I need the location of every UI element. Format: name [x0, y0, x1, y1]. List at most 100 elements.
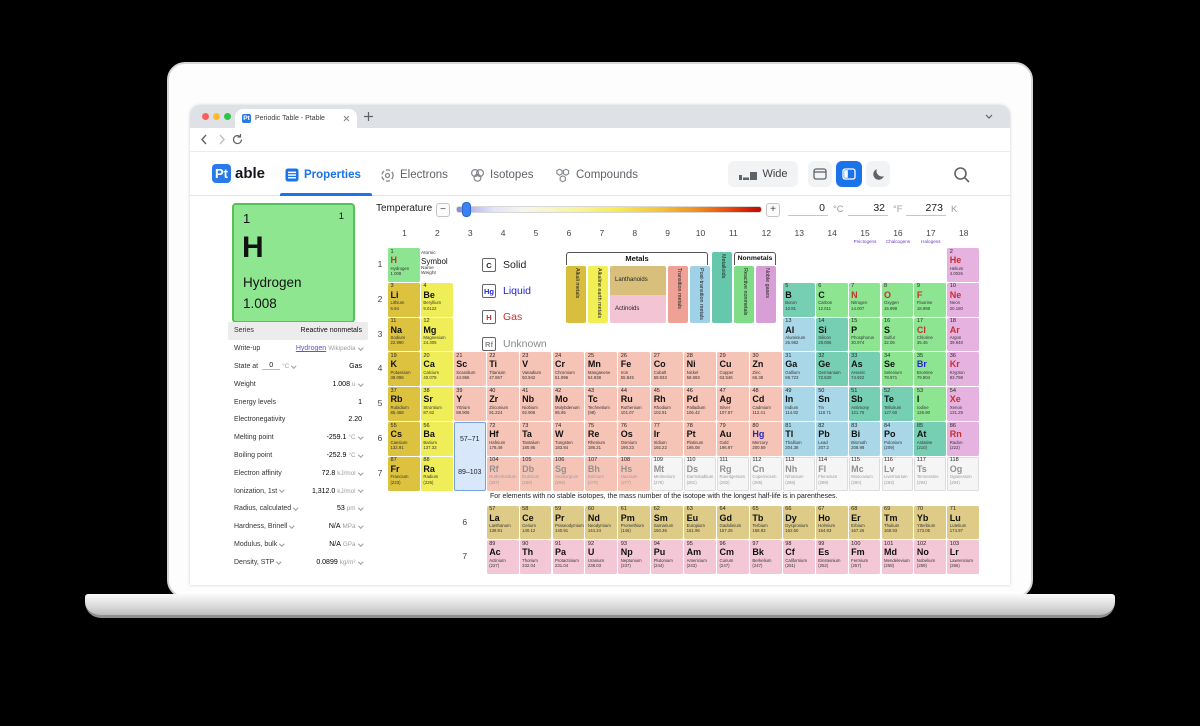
- element-Tc[interactable]: 43TcTechnetium(98): [585, 387, 617, 421]
- element-La[interactable]: 57LaLanthanum138.91: [487, 506, 519, 540]
- element-Pd[interactable]: 46PdPalladium106.42: [684, 387, 716, 421]
- temperature-slider[interactable]: [456, 206, 762, 213]
- tab-compounds[interactable]: Compounds: [555, 158, 638, 192]
- element-P[interactable]: 15PPhosphorus30.974: [849, 318, 881, 352]
- element-Pm[interactable]: 61PmPromethium(145): [618, 506, 650, 540]
- browser-tab[interactable]: Pt Periodic Table - Ptable: [235, 109, 357, 128]
- new-tab-icon[interactable]: [364, 112, 373, 121]
- caret-down-icon[interactable]: [358, 452, 363, 457]
- element-Ru[interactable]: 44RuRuthenium101.07: [618, 387, 650, 421]
- lanthanide-range[interactable]: 57–71: [455, 423, 485, 456]
- caret-down-icon[interactable]: [358, 381, 363, 386]
- temperature-minus-button[interactable]: −: [436, 203, 450, 217]
- element-Nb[interactable]: 41NbNiobium92.906: [520, 387, 552, 421]
- caret-down-icon[interactable]: [358, 470, 363, 475]
- search-icon[interactable]: [953, 166, 971, 184]
- element-Li[interactable]: 3LiLithium6.94: [388, 283, 420, 317]
- element-N[interactable]: 7NNitrogen14.007: [849, 283, 881, 317]
- caret-down-icon[interactable]: [291, 363, 296, 368]
- element-Rb[interactable]: 37RbRubidium85.468: [388, 387, 420, 421]
- element-Rg[interactable]: 111RgRoentgenium(282): [717, 457, 749, 491]
- actinide-range[interactable]: 89–103: [455, 456, 485, 489]
- caret-down-icon[interactable]: [358, 488, 363, 493]
- write-up-link[interactable]: Hydrogen: [296, 345, 326, 352]
- element-Ar[interactable]: 18ArArgon39.948: [947, 318, 979, 352]
- element-Kr[interactable]: 36KrKrypton83.798: [947, 352, 979, 386]
- element-Ni[interactable]: 28NiNickel58.693: [684, 352, 716, 386]
- back-icon[interactable]: [199, 134, 210, 145]
- element-Sn[interactable]: 50SnTin118.71: [816, 387, 848, 421]
- element-Ag[interactable]: 47AgSilver107.87: [717, 387, 749, 421]
- element-Si[interactable]: 14SiSilicon28.085: [816, 318, 848, 352]
- element-Br[interactable]: 35BrBromine79.904: [914, 352, 946, 386]
- element-Sb[interactable]: 51SbAntimony121.76: [849, 387, 881, 421]
- element-Se[interactable]: 34SeSelenium78.971: [882, 352, 914, 386]
- element-Au[interactable]: 79AuGold196.97: [717, 422, 749, 456]
- temperature-plus-button[interactable]: +: [766, 203, 780, 217]
- caret-down-icon[interactable]: [277, 559, 282, 564]
- element-Nd[interactable]: 60NdNeodymium144.24: [585, 506, 617, 540]
- caret-down-icon[interactable]: [290, 523, 295, 528]
- element-Es[interactable]: 99EsEinsteinium(252): [816, 540, 848, 574]
- split-view-button[interactable]: [836, 161, 862, 187]
- caret-down-icon[interactable]: [279, 541, 284, 546]
- element-Mo[interactable]: 42MoMolybdenum95.95: [553, 387, 585, 421]
- close-tab-icon[interactable]: [343, 115, 350, 122]
- element-Pb[interactable]: 82PbLead207.2: [816, 422, 848, 456]
- legend-noble-gases[interactable]: Noble gases: [756, 266, 776, 323]
- element-H[interactable]: 1HHydrogen1.008: [388, 248, 420, 282]
- element-Ca[interactable]: 20CaCalcium40.078: [421, 352, 453, 386]
- tab-isotopes[interactable]: Isotopes: [470, 158, 533, 192]
- element-Lr[interactable]: 103LrLawrencium(266): [947, 540, 979, 574]
- element-Er[interactable]: 68ErErbium167.26: [849, 506, 881, 540]
- zoom-window-button[interactable]: [224, 113, 231, 120]
- element-Cr[interactable]: 24CrChromium51.996: [553, 352, 585, 386]
- element-Ds[interactable]: 110DsDarmstadtium(281): [684, 457, 716, 491]
- element-Ga[interactable]: 31GaGallium69.723: [783, 352, 815, 386]
- element-Sc[interactable]: 21ScScandium44.956: [454, 352, 486, 386]
- element-Th[interactable]: 90ThThorium232.04: [520, 540, 552, 574]
- element-Fr[interactable]: 87FrFrancium(223): [388, 457, 420, 491]
- element-Mc[interactable]: 115McMoscovium(290): [849, 457, 881, 491]
- caret-down-icon[interactable]: [358, 541, 363, 546]
- element-Lv[interactable]: 116LvLivermorium(293): [882, 457, 914, 491]
- tab-search-chevron-icon[interactable]: [985, 114, 993, 119]
- element-Pr[interactable]: 59PrPraseodymium140.91: [553, 506, 585, 540]
- element-W[interactable]: 74WTungsten183.84: [553, 422, 585, 456]
- element-Bi[interactable]: 83BiBismuth208.98: [849, 422, 881, 456]
- legend-alkali-metals[interactable]: Alkali metals: [566, 266, 586, 323]
- element-Lu[interactable]: 71LuLutetium174.97: [947, 506, 979, 540]
- element-In[interactable]: 49InIndium114.82: [783, 387, 815, 421]
- element-Np[interactable]: 93NpNeptunium(237): [618, 540, 650, 574]
- fblock-reference-cell[interactable]: 57–71 89–103: [454, 422, 486, 491]
- minimize-window-button[interactable]: [213, 113, 220, 120]
- element-Bk[interactable]: 97BkBerkelium(247): [750, 540, 782, 574]
- element-Pu[interactable]: 94PuPlutonium(244): [651, 540, 683, 574]
- kelvin-input[interactable]: 273: [906, 201, 946, 216]
- caret-down-icon[interactable]: [358, 434, 363, 439]
- element-No[interactable]: 102NoNobelium(259): [914, 540, 946, 574]
- element-Ta[interactable]: 73TaTantalum180.95: [520, 422, 552, 456]
- element-Ne[interactable]: 10NeNeon20.180: [947, 283, 979, 317]
- element-Ac[interactable]: 89AcActinium(227): [487, 540, 519, 574]
- element-Co[interactable]: 27CoCobalt58.933: [651, 352, 683, 386]
- element-Mn[interactable]: 25MnManganese54.938: [585, 352, 617, 386]
- element-Hf[interactable]: 72HfHafnium178.49: [487, 422, 519, 456]
- legend-metalloids[interactable]: Metalloids: [712, 252, 732, 323]
- element-Os[interactable]: 76OsOsmium190.23: [618, 422, 650, 456]
- element-Ho[interactable]: 67HoHolmium164.93: [816, 506, 848, 540]
- element-Y[interactable]: 39YYttrium88.906: [454, 387, 486, 421]
- caret-down-icon[interactable]: [293, 505, 298, 510]
- element-Eu[interactable]: 63EuEuropium151.96: [684, 506, 716, 540]
- legend-reactive-nonmetals[interactable]: Reactive nonmetals: [734, 266, 754, 323]
- element-Sr[interactable]: 38SrStrontium87.62: [421, 387, 453, 421]
- element-Tm[interactable]: 69TmThulium168.93: [882, 506, 914, 540]
- element-Db[interactable]: 105DbDubnium(268): [520, 457, 552, 491]
- close-window-button[interactable]: [202, 113, 209, 120]
- element-Cf[interactable]: 98CfCalifornium(251): [783, 540, 815, 574]
- element-Rh[interactable]: 45RhRhodium102.91: [651, 387, 683, 421]
- element-Yb[interactable]: 70YbYtterbium173.05: [914, 506, 946, 540]
- reload-icon[interactable]: [232, 134, 243, 145]
- element-Fl[interactable]: 114FlFlerovium(289): [816, 457, 848, 491]
- legend-alkaline-earth[interactable]: Alkaline earth metals: [588, 266, 608, 323]
